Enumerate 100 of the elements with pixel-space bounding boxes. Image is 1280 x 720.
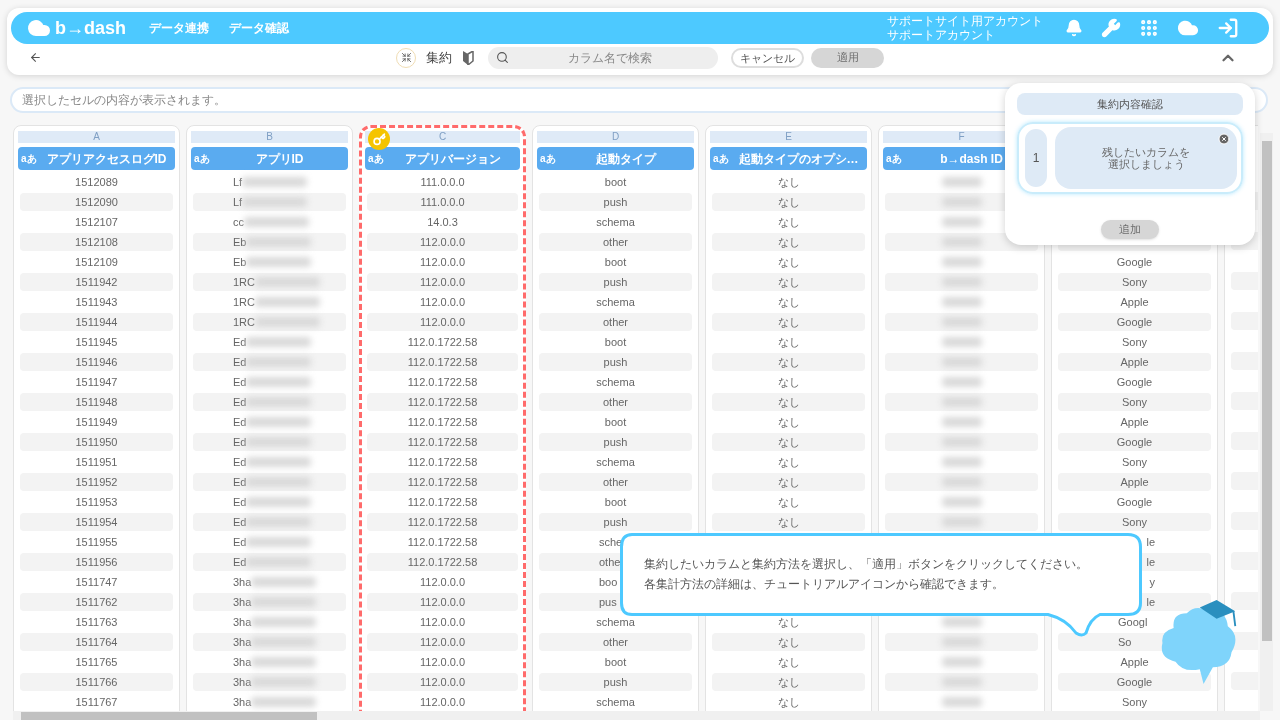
table-cell-text: 1511947 [74,374,119,390]
text-type-icon: aあ [21,151,37,166]
cell-text: othe [599,554,621,570]
table-cell-text: 1511953 [74,494,119,510]
table-cell: なし [712,513,865,531]
table-cell-text: schema [595,694,636,710]
cell-text: 3ha [233,594,252,610]
column-drop-slot[interactable]: 残したいカラムを 選択しましょう [1055,127,1237,189]
table-cell-text: boot [603,254,628,270]
table-cell: Google [1058,433,1211,451]
blurred-text [251,577,317,587]
blurred-text [941,697,982,707]
logout-icon[interactable] [1217,17,1239,39]
table-cell: 1512108 [20,233,173,251]
cell-text: Ed [233,434,247,450]
wrench-icon[interactable] [1101,18,1121,38]
cell-text: Eb [233,254,247,270]
nav-link[interactable]: データ確認 [229,19,289,37]
table-cell-text: Apple [1119,294,1150,310]
blurred-text [941,337,982,347]
cell-text: Lf [233,174,243,190]
table-cell-text: なし [776,454,801,470]
blurred-text [255,297,320,307]
grid-icon[interactable] [1139,18,1159,38]
table-cell-text: 1512089 [74,174,119,190]
table-cell: なし [712,393,865,411]
table-cell-text: Google [1115,374,1154,390]
table-cell-text: 112.0.0.0 [418,614,467,630]
column-header[interactable]: aあ 起動タイプのオプシ… [710,147,867,170]
column-header[interactable]: aあ 起動タイプ [537,147,694,170]
beginner-mark-icon[interactable] [462,50,474,65]
table-cell: other [539,313,692,331]
table-cell-text: 1511747 [74,574,119,590]
column-title: アプリアクセスログID [46,150,167,168]
cell-text: Lf [233,194,243,210]
table-cell: 112.0.1722.58 [367,513,518,531]
table-cell: なし [712,233,865,251]
table-cell: other [539,393,692,411]
cell-text: sche [599,534,623,550]
table-cell-text: なし [776,214,801,230]
table-cell: なし [712,313,865,331]
back-icon[interactable] [29,51,42,64]
search-input[interactable]: カラム名で検索 [509,48,710,67]
cell-text: 3ha [233,634,252,650]
table-cell-text: 1511945 [74,334,119,350]
table-cell-text: boot [603,414,628,430]
table-cell: Sony [1058,513,1211,531]
column-letter[interactable]: A [18,131,175,143]
cell-text: 3ha [233,674,252,690]
table-cell-text: 112.0.0.0 [418,654,467,670]
blurred-text [941,617,982,627]
column-header[interactable]: aあ アプリID [191,147,348,170]
table-cell-text: 112.0.0.0 [418,574,467,590]
table-cell-text: Google [1115,254,1154,270]
horizontal-scrollbar[interactable] [13,711,1260,720]
table-cell: 112.0.1722.58 [367,553,518,571]
table-cell: Apple [1058,353,1211,371]
tooltip-text: 集約したいカラムと集約方法を選択し、「適用」ボタンをクリックしてください。 [644,557,1089,571]
search-field[interactable]: カラム名で検索 [488,46,718,69]
column-letter[interactable]: D [537,131,694,143]
column-title: 起動タイプ [595,150,656,168]
table-cell: 1511954 [20,513,173,531]
column-letter[interactable]: E [710,131,867,143]
table-cell-text: Apple [1119,414,1150,430]
table-cell: Apple [1058,473,1211,491]
table-cell: push [539,273,692,291]
summary-item[interactable]: 1 残したいカラムを 選択しましょう [1017,122,1243,194]
slot-hint: 選択しましょう [1107,158,1185,170]
text-type-icon: aあ [194,151,210,166]
table-cell-text: boot [603,494,628,510]
table-cell: 112.0.1722.58 [367,473,518,491]
column-header[interactable]: aあ アプリアクセスログID [18,147,175,170]
table-cell: other [539,473,692,491]
table-cell-text: なし [776,494,801,510]
cell-text: So [1118,634,1132,650]
bell-icon[interactable] [1065,19,1083,37]
cell-text: Googl [1118,614,1148,630]
logo[interactable]: b→dash [55,19,126,37]
table-cell: 1511950 [20,433,173,451]
cancel-button[interactable]: キャンセル [731,47,804,68]
table-cell: 111.0.0.0 [367,193,518,211]
scrollbar-thumb[interactable] [1261,141,1272,641]
blurred-text [941,377,982,387]
table-cell-text: schema [595,294,636,310]
scrollbar-thumb[interactable] [21,711,317,720]
table-cell: なし [712,473,865,491]
table-cell-text: Google [1115,494,1154,510]
column-title: アプリバージョン [404,150,501,168]
table-cell-text: 1511951 [74,454,119,470]
nav-link[interactable]: データ連携 [149,19,209,37]
vertical-scrollbar[interactable] [1260,133,1273,711]
cell-text: pus [599,594,617,610]
table-cell-text: 112.0.1722.58 [406,534,479,550]
cell-text: Ed [233,454,247,470]
cell-text: Ed [233,554,247,570]
column-letter[interactable]: B [191,131,348,143]
close-icon[interactable] [1218,133,1230,145]
column-header[interactable]: aあ アプリバージョン [365,147,520,170]
blurred-text [246,257,312,267]
table-cell-text: 1511763 [74,614,119,630]
